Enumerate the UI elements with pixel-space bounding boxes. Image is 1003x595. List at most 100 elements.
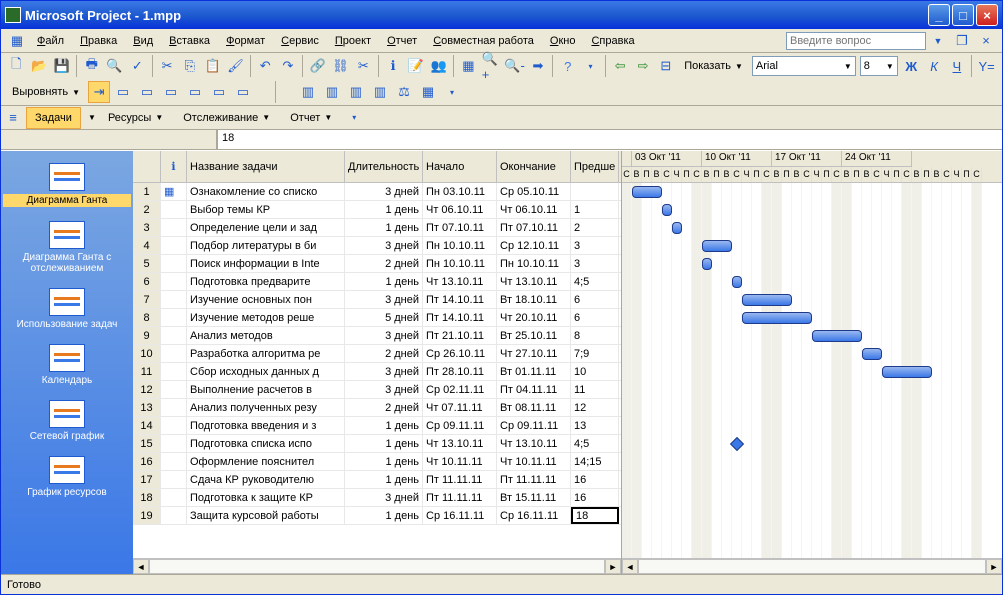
menu-Отчет[interactable]: Отчет	[379, 33, 425, 49]
menu-Совместная работа[interactable]: Совместная работа	[425, 33, 542, 49]
zoom-out-icon[interactable]: 🔍-	[504, 55, 526, 77]
toolbar2-overflow[interactable]: ▾	[441, 81, 463, 103]
redo-icon[interactable]: ↷	[278, 55, 299, 77]
underline-button[interactable]: Ч	[946, 55, 967, 77]
menu-Правка[interactable]: Правка	[72, 33, 125, 49]
sidebar-График ресурсов[interactable]: График ресурсов	[1, 452, 133, 508]
table-row[interactable]: 12Выполнение расчетов в3 днейСр 02.11.11…	[133, 381, 621, 399]
g3-icon[interactable]: ▥	[345, 81, 367, 103]
table-row[interactable]: 13Анализ полученных резу2 днейЧт 07.11.1…	[133, 399, 621, 417]
table-row[interactable]: 10Разработка алгоритма ре2 днейСр 26.10.…	[133, 345, 621, 363]
table-row[interactable]: 9Анализ методов3 днейПт 21.10.11Вт 25.10…	[133, 327, 621, 345]
g1-icon[interactable]: ▥	[297, 81, 319, 103]
close-doc-icon[interactable]: ×	[975, 30, 997, 52]
menu-Справка[interactable]: Справка	[583, 33, 642, 49]
menu-Проект[interactable]: Проект	[327, 33, 379, 49]
restore-window-icon[interactable]: ❐	[951, 30, 973, 52]
paste-icon[interactable]: 📋	[202, 55, 223, 77]
minimize-button[interactable]: _	[928, 4, 950, 26]
col-duration[interactable]: Длительность	[345, 151, 423, 182]
toolbar-overflow[interactable]: ▾	[580, 55, 601, 77]
preview-icon[interactable]: 🔍	[104, 55, 125, 77]
indent-icon[interactable]: ⇥	[88, 81, 110, 103]
menu-Вид[interactable]: Вид	[125, 33, 161, 49]
table-row[interactable]: 7Изучение основных пон3 днейПт 14.10.11В…	[133, 291, 621, 309]
nav-fwd-icon[interactable]: ⇨	[633, 55, 654, 77]
col-start[interactable]: Начало	[423, 151, 497, 182]
col-info[interactable]: ℹ	[161, 151, 187, 182]
t5-icon[interactable]: ▭	[208, 81, 230, 103]
table-row[interactable]: 18Подготовка к защите КР3 днейПт 11.11.1…	[133, 489, 621, 507]
maximize-button[interactable]: □	[952, 4, 974, 26]
t6-icon[interactable]: ▭	[232, 81, 254, 103]
table-row[interactable]: 17Сдача КР руководителю1 деньПт 11.11.11…	[133, 471, 621, 489]
zoom-in-icon[interactable]: 🔍+	[481, 55, 502, 77]
sidebar-Диаграмма Ганта[interactable]: Диаграмма Ганта	[1, 159, 133, 217]
col-pred[interactable]: Предше	[571, 151, 619, 182]
italic-button[interactable]: К	[924, 55, 945, 77]
sidebar-Календарь[interactable]: Календарь	[1, 340, 133, 396]
gantt-bar[interactable]	[882, 366, 932, 378]
gantt-bar[interactable]	[742, 294, 792, 306]
sidebar-Диаграмма Ганта с отслеживанием[interactable]: Диаграмма Ганта с отслеживанием	[1, 217, 133, 284]
fontsize-combo[interactable]: 8▼	[860, 56, 898, 76]
menu-Формат[interactable]: Формат	[218, 33, 273, 49]
cut-icon[interactable]: ✂	[157, 55, 178, 77]
t3-icon[interactable]: ▭	[160, 81, 182, 103]
formula-value[interactable]: 18	[217, 130, 1002, 149]
ask-dropdown[interactable]: ▼	[927, 30, 949, 52]
save-icon[interactable]: 💾	[52, 55, 73, 77]
gantt-bar[interactable]	[632, 186, 662, 198]
table-row[interactable]: 6Подготовка предварите1 деньЧт 13.10.11Ч…	[133, 273, 621, 291]
align-button[interactable]: Выровнять▼	[5, 81, 87, 103]
vb-icon[interactable]: ≡	[2, 107, 24, 129]
font-combo[interactable]: Arial▼	[752, 56, 856, 76]
table-row[interactable]: 4Подбор литературы в би3 днейПн 10.10.11…	[133, 237, 621, 255]
copy-icon[interactable]: ⎘	[179, 55, 200, 77]
table-row[interactable]: 11Сбор исходных данных д3 днейПт 28.10.1…	[133, 363, 621, 381]
nav-up-icon[interactable]: ⊟	[655, 55, 676, 77]
nav-back-icon[interactable]: ⇦	[610, 55, 631, 77]
goto-icon[interactable]: ➡	[528, 55, 549, 77]
g5-icon[interactable]: ⚖	[393, 81, 415, 103]
table-row[interactable]: 15Подготовка списка испо1 деньЧт 13.10.1…	[133, 435, 621, 453]
note-icon[interactable]: 📝	[405, 55, 426, 77]
table-row[interactable]: 8Изучение методов реше5 днейПт 14.10.11Ч…	[133, 309, 621, 327]
print-icon[interactable]: 🖶	[81, 55, 102, 77]
gantt-bar[interactable]	[672, 222, 682, 234]
t2-icon[interactable]: ▭	[136, 81, 158, 103]
filter-icon[interactable]: Y=	[976, 55, 997, 77]
col-name[interactable]: Название задачи	[187, 151, 345, 182]
ask-question-input[interactable]	[786, 32, 926, 50]
gantt-bar[interactable]	[862, 348, 882, 360]
gantt-bar[interactable]	[812, 330, 862, 342]
split-icon[interactable]: ✂	[353, 55, 374, 77]
gantt-bar[interactable]	[732, 276, 742, 288]
spell-icon[interactable]: ✓	[127, 55, 148, 77]
tasks-view-button[interactable]: Задачи	[26, 107, 81, 129]
assign-icon[interactable]: 👥	[428, 55, 449, 77]
unlink-icon[interactable]: ⛓	[330, 55, 351, 77]
control-icon[interactable]: ▦	[6, 30, 28, 52]
menu-Сервис[interactable]: Сервис	[273, 33, 327, 49]
undo-icon[interactable]: ↶	[255, 55, 276, 77]
viewbar-overflow[interactable]: ▾	[343, 107, 365, 129]
gantt-bar[interactable]	[702, 240, 732, 252]
link-icon[interactable]: 🔗	[307, 55, 328, 77]
menu-Вставка[interactable]: Вставка	[161, 33, 218, 49]
sidebar-Использование задач[interactable]: Использование задач	[1, 284, 133, 340]
col-end[interactable]: Окончание	[497, 151, 571, 182]
g2-icon[interactable]: ▥	[321, 81, 343, 103]
table-row[interactable]: 5Поиск информации в Inte2 днейПн 10.10.1…	[133, 255, 621, 273]
show-button[interactable]: Показать▼	[677, 55, 750, 77]
info-icon[interactable]: ℹ	[383, 55, 404, 77]
table-row[interactable]: 1▦Ознакомление со списко3 днейПн 03.10.1…	[133, 183, 621, 201]
t4-icon[interactable]: ▭	[184, 81, 206, 103]
close-button[interactable]: ×	[976, 4, 998, 26]
g4-icon[interactable]: ▥	[369, 81, 391, 103]
menu-Окно[interactable]: Окно	[542, 33, 584, 49]
task-grid[interactable]: ℹ Название задачи Длительность Начало Ок…	[133, 151, 621, 574]
gantt-chart[interactable]: 03 Окт '1110 Окт '1117 Окт '1124 Окт '11…	[621, 151, 1002, 574]
help-icon[interactable]: ?	[557, 55, 578, 77]
table-row[interactable]: 16Оформление пояснител1 деньЧт 10.11.11Ч…	[133, 453, 621, 471]
